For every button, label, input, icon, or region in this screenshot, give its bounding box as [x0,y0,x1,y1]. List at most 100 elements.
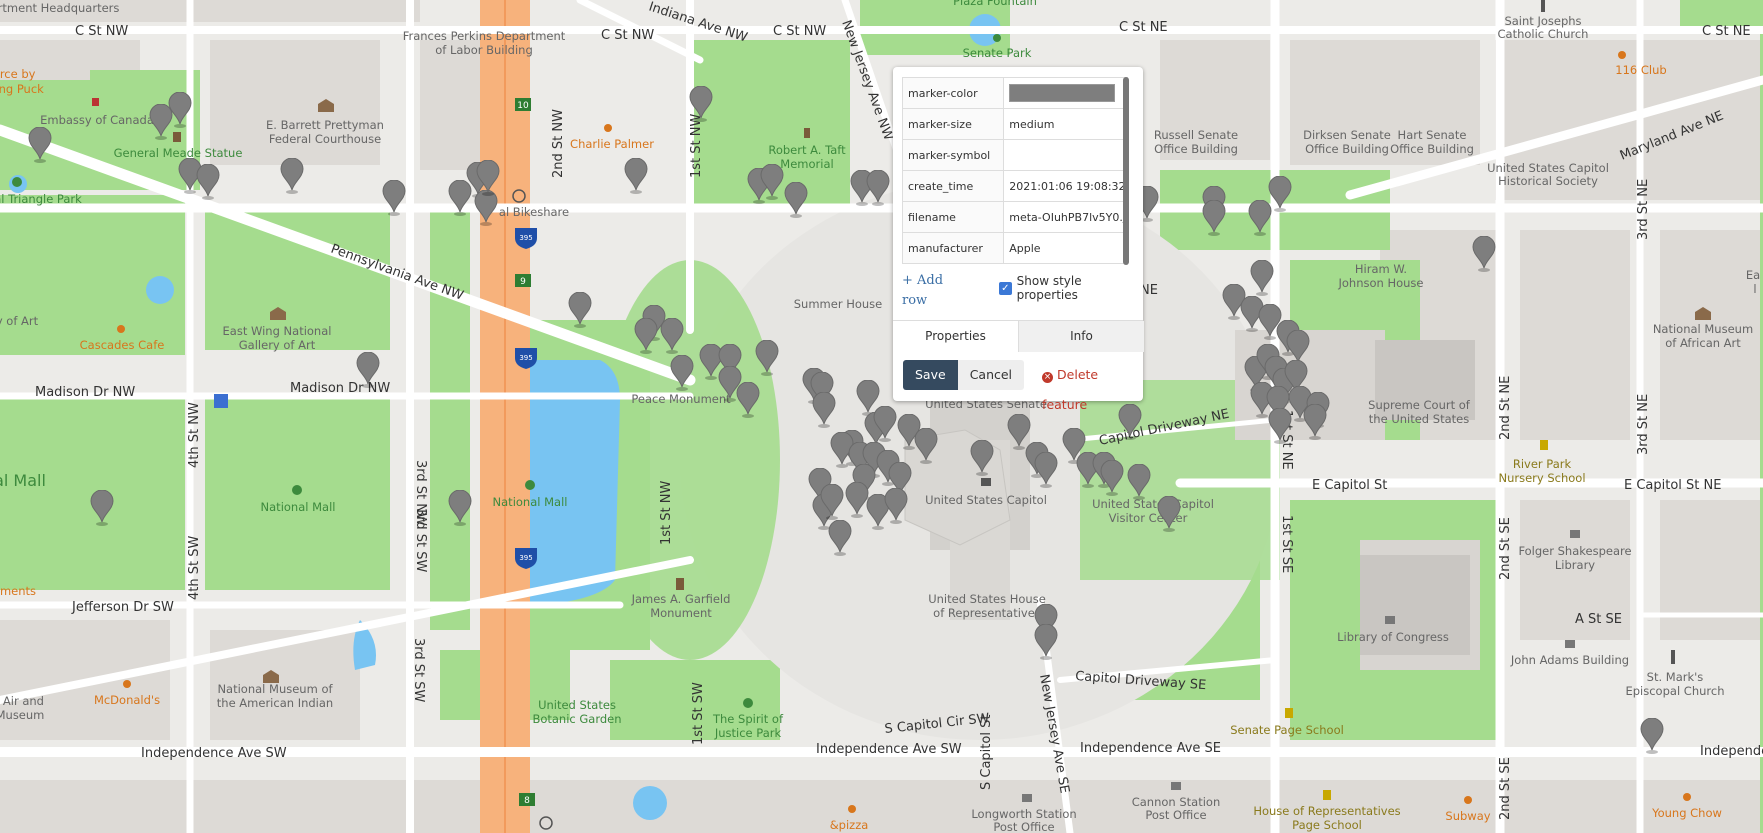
place-spirit-2: Justice Park [714,726,782,740]
place-of-art: y of Art [0,314,39,328]
place-peace-monument: Peace Monument [631,392,731,406]
tree-icon [12,177,22,187]
place-east-wing: East Wing National [223,324,332,338]
place-library-congress: Library of Congress [1337,630,1449,644]
place-hiram: Hiram W. [1355,262,1407,276]
place-bikeshare: al Bikeshare [499,205,569,219]
delete-feature-button[interactable]: × Delete feature [1030,360,1143,412]
property-key[interactable]: marker-size [902,108,1005,140]
place-st-marks: St. Mark's [1647,670,1704,684]
place-senate-park: Senate Park [963,46,1032,60]
checkbox-checked-icon[interactable]: ✓ [999,281,1012,295]
property-value[interactable]: Apple [1003,232,1128,264]
street-1st-st-se: 1st St SE [1279,515,1294,573]
place-prettyman-2: Federal Courthouse [269,132,381,146]
property-value[interactable] [1003,77,1128,109]
place-us-capitol: United States Capitol [925,493,1047,507]
place-african-am: National Museum [1653,322,1753,336]
place-subway: Subway [1445,809,1490,823]
property-key[interactable]: create_time [902,170,1005,202]
fastfood-icon [1464,796,1472,804]
place-embassy-canada: Embassy of Canada [40,113,154,127]
place-ea-right: Ea [1746,268,1760,282]
place-st-marks-2: Episcopal Church [1625,684,1724,698]
place-frances-perkins-2: of Labor Building [435,43,533,57]
place-ments: ments [0,584,36,598]
property-row: marker-symbol [902,139,1128,171]
monument-icon [804,128,810,138]
street-s-capitol-st: S Capitol St [979,715,994,790]
place-botanic-2: Botanic Garden [532,712,621,726]
camera-icon [981,478,991,486]
place-john-adams: John Adams Building [1510,653,1629,667]
place-national-mall-1: National Mall [261,500,336,514]
property-value[interactable] [1003,139,1128,171]
street-3rd-st-ne: 3rd St NE [1636,179,1651,240]
cancel-button[interactable]: Cancel [957,360,1025,390]
color-swatch[interactable] [1009,84,1116,102]
property-value[interactable]: 2021:01:06 19:08:32 [1003,170,1128,202]
place-river-park: River Park [1513,457,1572,471]
property-value[interactable]: meta-OIuhPB7lv5Y0.j [1003,201,1128,233]
close-circle-icon: × [1042,372,1054,383]
flag-icon [92,98,99,106]
place-folger-2: Library [1555,558,1595,572]
street-madison-dr-1: Madison Dr NW [35,385,135,400]
place-mcdonalds: McDonald's [94,693,160,707]
street-3rd-st-ne-2: 3rd St NE [1636,394,1651,455]
street-c-st-ne-1: C St NE [1119,20,1168,35]
place-american-indian: National Museum of [217,682,333,696]
place-cascades: Cascades Cafe [80,338,165,352]
street-3rd-st-sw-2: 3rd St SW [411,638,426,703]
tab-info[interactable]: Info [1018,321,1144,352]
place-botanic: United States [538,698,616,712]
street-4th-st-nw: 4th St NW [187,402,202,468]
tab-properties[interactable]: Properties [893,321,1018,352]
add-row-link[interactable]: + Add row [902,271,972,311]
restaurant-icon [1683,793,1691,801]
place-african-am-2: of African Art [1665,336,1741,350]
place-river-park-2: Nursery School [1498,471,1585,485]
property-row: create_time 2021:01:06 19:08:32 [902,170,1128,202]
property-value[interactable]: medium [1003,108,1128,140]
school-icon [1323,790,1331,800]
place-house-page-2: Page School [1292,818,1362,832]
property-key[interactable]: marker-color [902,77,1005,109]
place-pizza: &pizza [830,818,869,832]
school-icon [1285,708,1293,718]
place-garfield-2: Monument [650,606,712,620]
street-2nd-st-nw: 2nd St NW [551,109,566,178]
place-cannon-2: Post Office [1145,808,1206,822]
church-icon [1671,650,1675,664]
street-independence-sw-2: Independence Ave SW [816,742,962,757]
save-button[interactable]: Save [903,360,958,390]
property-row: marker-color [902,77,1128,109]
shield-i395-c: 395 [519,554,532,562]
tree-icon [743,698,753,708]
place-ea-right-2: l [1753,282,1756,296]
property-key[interactable]: marker-symbol [902,139,1005,171]
properties-table: marker-color marker-size medium marker-symb… [902,77,1128,264]
table-scrollbar[interactable] [1123,77,1129,265]
post-office-icon [1171,782,1181,790]
tree-icon [525,480,535,490]
show-style-label: Show style properties [1016,274,1082,302]
library-icon [1565,640,1575,648]
place-plaza-fountain: Plaza Fountain [953,0,1037,8]
library-icon [1570,530,1580,538]
place-longworth-2: Post Office [993,820,1054,833]
place-garfield: James A. Garfield [631,592,731,606]
street-madison-dr-2: Madison Dr NW [290,381,390,396]
place-general-meade: General Meade Statue [114,146,243,160]
place-hiram-2: Johnson House [1337,276,1423,290]
place-cannon: Cannon Station [1132,795,1221,809]
property-key[interactable]: manufacturer [902,232,1005,264]
statue-icon [173,132,181,142]
street-1st-st-sw: 1st St SW [691,682,706,745]
place-dirksen: Dirksen Senate [1303,128,1391,142]
map-canvas[interactable]: 10 9 8 395 395 395 C St NW C St NW C St … [0,0,1763,833]
show-style-toggle[interactable]: ✓ Show style properties [999,274,1143,302]
property-key[interactable]: filename [902,201,1005,233]
place-longworth: Longworth Station [971,807,1076,821]
place-spirit: The Spirit of [712,712,784,726]
